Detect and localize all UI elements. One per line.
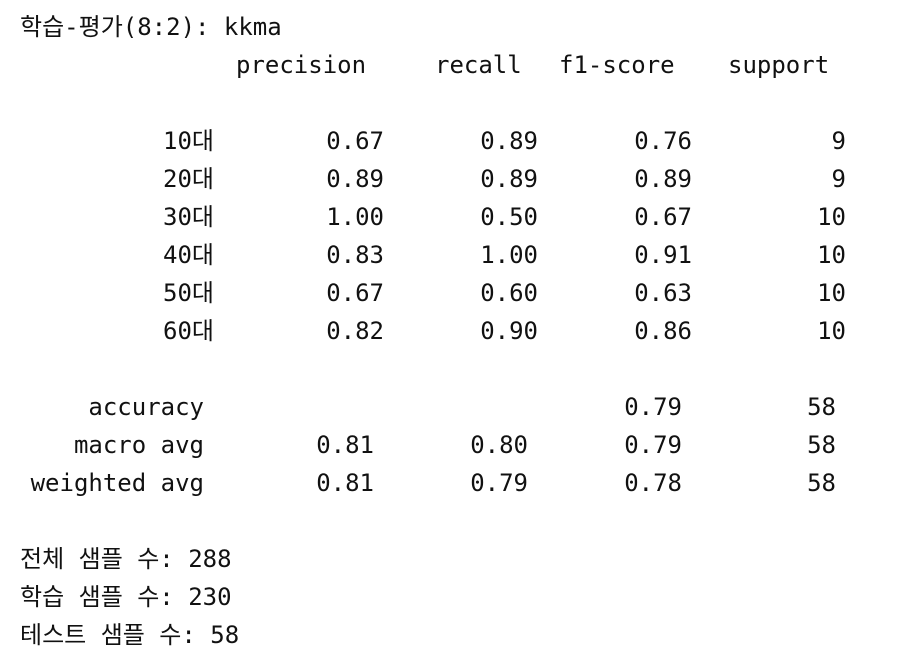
recall-value: 0.89 — [480, 165, 538, 193]
support-value: 10 — [817, 317, 846, 345]
precision-value: 0.81 — [316, 431, 374, 459]
support-value: 9 — [831, 165, 846, 193]
f1-value: 0.89 — [634, 165, 692, 193]
classification-report: 학습-평가(8:2): kkma precision recall f1-sco… — [0, 0, 919, 667]
support-value: 10 — [817, 203, 846, 231]
f1-value: 0.67 — [634, 203, 692, 231]
header-precision: precision — [236, 51, 367, 79]
report-title: 학습-평가(8:2): kkma — [20, 13, 282, 41]
header-row: precision recall f1-score support — [0, 46, 919, 84]
summary-label: macro avg — [73, 431, 204, 459]
recall-value: 0.89 — [480, 127, 538, 155]
recall-value: 0.80 — [470, 431, 528, 459]
summary-row: accuracy 0.79 58 — [0, 388, 919, 426]
train-samples: 학습 샘플 수: 230 — [20, 583, 232, 611]
summary-row: macro avg 0.81 0.80 0.79 58 — [0, 426, 919, 464]
class-row: 20대 0.89 0.89 0.89 9 — [0, 160, 919, 198]
support-value: 10 — [817, 241, 846, 269]
precision-value: 0.82 — [326, 317, 384, 345]
support-value: 9 — [831, 127, 846, 155]
precision-value: 1.00 — [326, 203, 384, 231]
class-row: 40대 0.83 1.00 0.91 10 — [0, 236, 919, 274]
class-row: 60대 0.82 0.90 0.86 10 — [0, 312, 919, 350]
f1-value: 0.79 — [624, 431, 682, 459]
class-row: 10대 0.67 0.89 0.76 9 — [0, 122, 919, 160]
f1-value: 0.76 — [634, 127, 692, 155]
precision-value: 0.67 — [326, 279, 384, 307]
class-label: 20대 — [163, 165, 214, 193]
f1-value: 0.86 — [634, 317, 692, 345]
recall-value: 1.00 — [480, 241, 538, 269]
class-label: 50대 — [163, 279, 214, 307]
precision-value: 0.81 — [316, 469, 374, 497]
recall-value: 0.60 — [480, 279, 538, 307]
class-row: 30대 1.00 0.50 0.67 10 — [0, 198, 919, 236]
f1-value: 0.79 — [624, 393, 682, 421]
recall-value: 0.79 — [470, 469, 528, 497]
class-label: 10대 — [163, 127, 214, 155]
support-value: 58 — [807, 469, 836, 497]
summary-label: accuracy — [88, 393, 204, 421]
summary-label: weighted avg — [30, 469, 204, 497]
support-value: 58 — [807, 431, 836, 459]
header-support: support — [728, 51, 830, 79]
f1-value: 0.91 — [634, 241, 692, 269]
f1-value: 0.63 — [634, 279, 692, 307]
class-row: 50대 0.67 0.60 0.63 10 — [0, 274, 919, 312]
f1-value: 0.78 — [624, 469, 682, 497]
header-recall: recall — [435, 51, 522, 79]
support-value: 58 — [807, 393, 836, 421]
header-f1-score: f1-score — [559, 51, 675, 79]
support-value: 10 — [817, 279, 846, 307]
recall-value: 0.50 — [480, 203, 538, 231]
precision-value: 0.83 — [326, 241, 384, 269]
class-label: 30대 — [163, 203, 214, 231]
class-label: 40대 — [163, 241, 214, 269]
class-label: 60대 — [163, 317, 214, 345]
test-samples: 테스트 샘플 수: 58 — [20, 621, 240, 649]
summary-row: weighted avg 0.81 0.79 0.78 58 — [0, 464, 919, 502]
precision-value: 0.89 — [326, 165, 384, 193]
recall-value: 0.90 — [480, 317, 538, 345]
total-samples: 전체 샘플 수: 288 — [20, 545, 232, 573]
precision-value: 0.67 — [326, 127, 384, 155]
